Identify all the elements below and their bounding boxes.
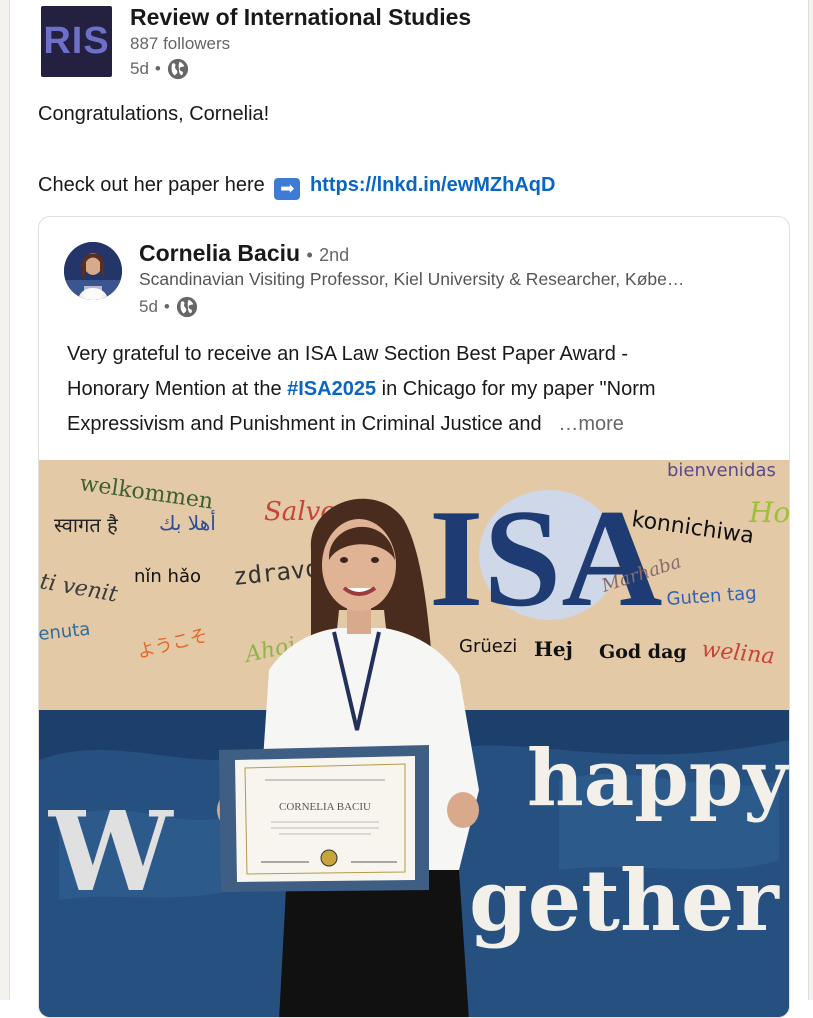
- greeting-text: Hej: [534, 637, 573, 661]
- paper-link[interactable]: https://lnkd.in/ewMZhAqD: [310, 174, 556, 196]
- greeting-text: nǐn hǎo: [134, 566, 201, 587]
- shared-post-meta: 5d •: [139, 296, 198, 318]
- avatar-photo: [64, 242, 122, 300]
- degree-separator: •: [306, 245, 313, 265]
- shared-text-line-2: Honorary Mention at the #ISA2025 in Chic…: [67, 372, 747, 407]
- greeting-text: Ho: [748, 496, 789, 529]
- greeting-text: bienvenidas: [667, 460, 776, 481]
- certificate-name: CORNELIA BACIU: [279, 801, 371, 813]
- greeting-text: Grüezi: [459, 636, 517, 657]
- follower-count: 887 followers: [130, 34, 231, 53]
- shared-text-line-3: Expressivism and Punishment in Criminal …: [67, 407, 747, 442]
- org-logo-text: RIS: [43, 20, 110, 62]
- shared-post-card[interactable]: Cornelia Baciu • 2nd Scandinavian Visiti…: [38, 216, 790, 1018]
- post-time: 5d: [130, 59, 149, 78]
- greeting-text: स्वागत है: [54, 513, 118, 537]
- connection-degree: 2nd: [319, 245, 350, 265]
- see-more-button[interactable]: …more: [558, 413, 624, 435]
- text-segment: in Chicago for my paper "Norm: [376, 378, 656, 400]
- post-meta: 5d •: [130, 58, 189, 80]
- greeting-text: أهلا بك: [159, 510, 216, 535]
- shared-meta-separator: •: [163, 297, 170, 316]
- globe-icon: [167, 58, 188, 80]
- post-text-line: Congratulations, Cornelia!: [38, 103, 270, 125]
- org-logo[interactable]: RIS: [41, 6, 112, 77]
- arrow-right-icon: ➡: [274, 178, 301, 200]
- post-photo[interactable]: ISA welkommen स्वागत है أهلا بك Salve bi…: [39, 460, 789, 1017]
- shared-author-name[interactable]: Cornelia Baciu • 2nd: [139, 240, 349, 267]
- post-text-prefix: Check out her paper here: [38, 174, 265, 196]
- author-name-text: Cornelia Baciu: [139, 240, 301, 266]
- author-avatar[interactable]: [64, 242, 122, 300]
- shared-post-time: 5d: [139, 297, 158, 316]
- org-name-link[interactable]: Review of International Studies: [130, 4, 471, 31]
- hashtag-link[interactable]: #ISA2025: [287, 378, 376, 400]
- text-segment: Expressivism and Punishment in Criminal …: [67, 413, 542, 435]
- text-segment: Honorary Mention at the: [67, 378, 288, 400]
- svg-text:W: W: [48, 787, 174, 916]
- isa-banner-letters: ISA: [429, 481, 662, 636]
- slogan-text: happy: [527, 733, 789, 824]
- greeting-text: God dag: [599, 641, 687, 663]
- shared-post-text: Very grateful to receive an ISA Law Sect…: [67, 337, 747, 442]
- globe-icon: [176, 296, 197, 318]
- right-frame-border: [808, 0, 813, 1000]
- award-certificate: CORNELIA BACIU: [219, 745, 429, 892]
- meta-separator: •: [154, 59, 161, 78]
- post-text-link-line: Check out her paper here ➡ https://lnkd.…: [38, 174, 555, 200]
- slogan-text: gether!: [469, 851, 789, 950]
- shared-text-line-1: Very grateful to receive an ISA Law Sect…: [67, 343, 629, 365]
- author-headline: Scandinavian Visiting Professor, Kiel Un…: [139, 269, 685, 289]
- left-frame-border: [0, 0, 10, 1000]
- award-photo: ISA welkommen स्वागत है أهلا بك Salve bi…: [39, 460, 789, 1017]
